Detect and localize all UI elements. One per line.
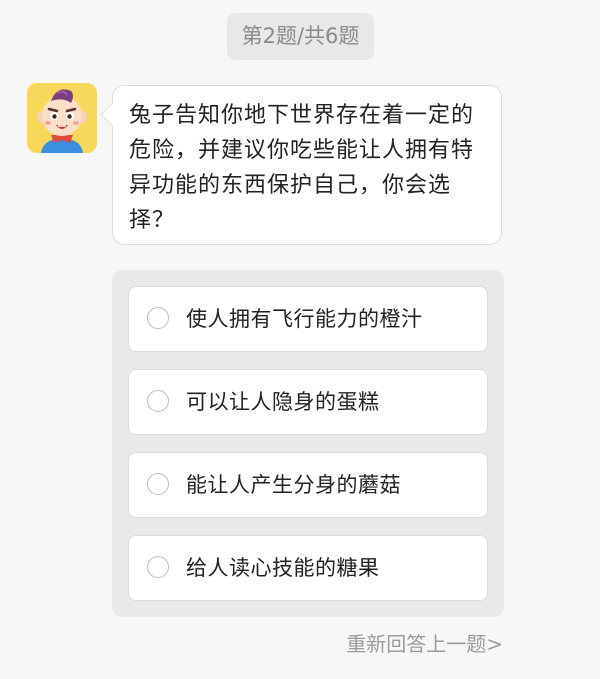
cartoon-boy-avatar-icon <box>27 83 97 153</box>
radio-icon[interactable] <box>147 473 169 495</box>
options-panel: 使人拥有飞行能力的橙汁 可以让人隐身的蛋糕 能让人产生分身的蘑菇 给人读心技能的… <box>112 270 504 617</box>
redo-previous-question-link[interactable]: 重新回答上一题> <box>346 628 503 657</box>
radio-icon[interactable] <box>147 390 169 412</box>
option-d[interactable]: 给人读心技能的糖果 <box>128 535 488 601</box>
question-progress-badge: 第2题/共6题 <box>227 13 374 60</box>
radio-icon[interactable] <box>147 556 169 578</box>
question-text: 兔子告知你地下世界存在着一定的危险，并建议你吃些能让人拥有特异功能的东西保护自己… <box>129 103 475 233</box>
quiz-page: 第2题/共6题 兔子告知你地下世界存在着一定的危险，并建议你吃些能让人拥有特异功… <box>0 0 600 679</box>
question-bubble: 兔子告知你地下世界存在着一定的危险，并建议你吃些能让人拥有特异功能的东西保护自己… <box>100 85 502 245</box>
option-c[interactable]: 能让人产生分身的蘑菇 <box>128 452 488 518</box>
bubble-tail <box>100 102 125 127</box>
option-b[interactable]: 可以让人隐身的蛋糕 <box>128 369 488 435</box>
radio-icon[interactable] <box>147 307 169 329</box>
option-label: 使人拥有飞行能力的橙汁 <box>186 307 423 331</box>
avatar <box>27 83 97 153</box>
option-label: 给人读心技能的糖果 <box>186 556 380 580</box>
option-label: 可以让人隐身的蛋糕 <box>186 390 380 414</box>
option-a[interactable]: 使人拥有飞行能力的橙汁 <box>128 286 488 352</box>
option-label: 能让人产生分身的蘑菇 <box>186 473 401 497</box>
